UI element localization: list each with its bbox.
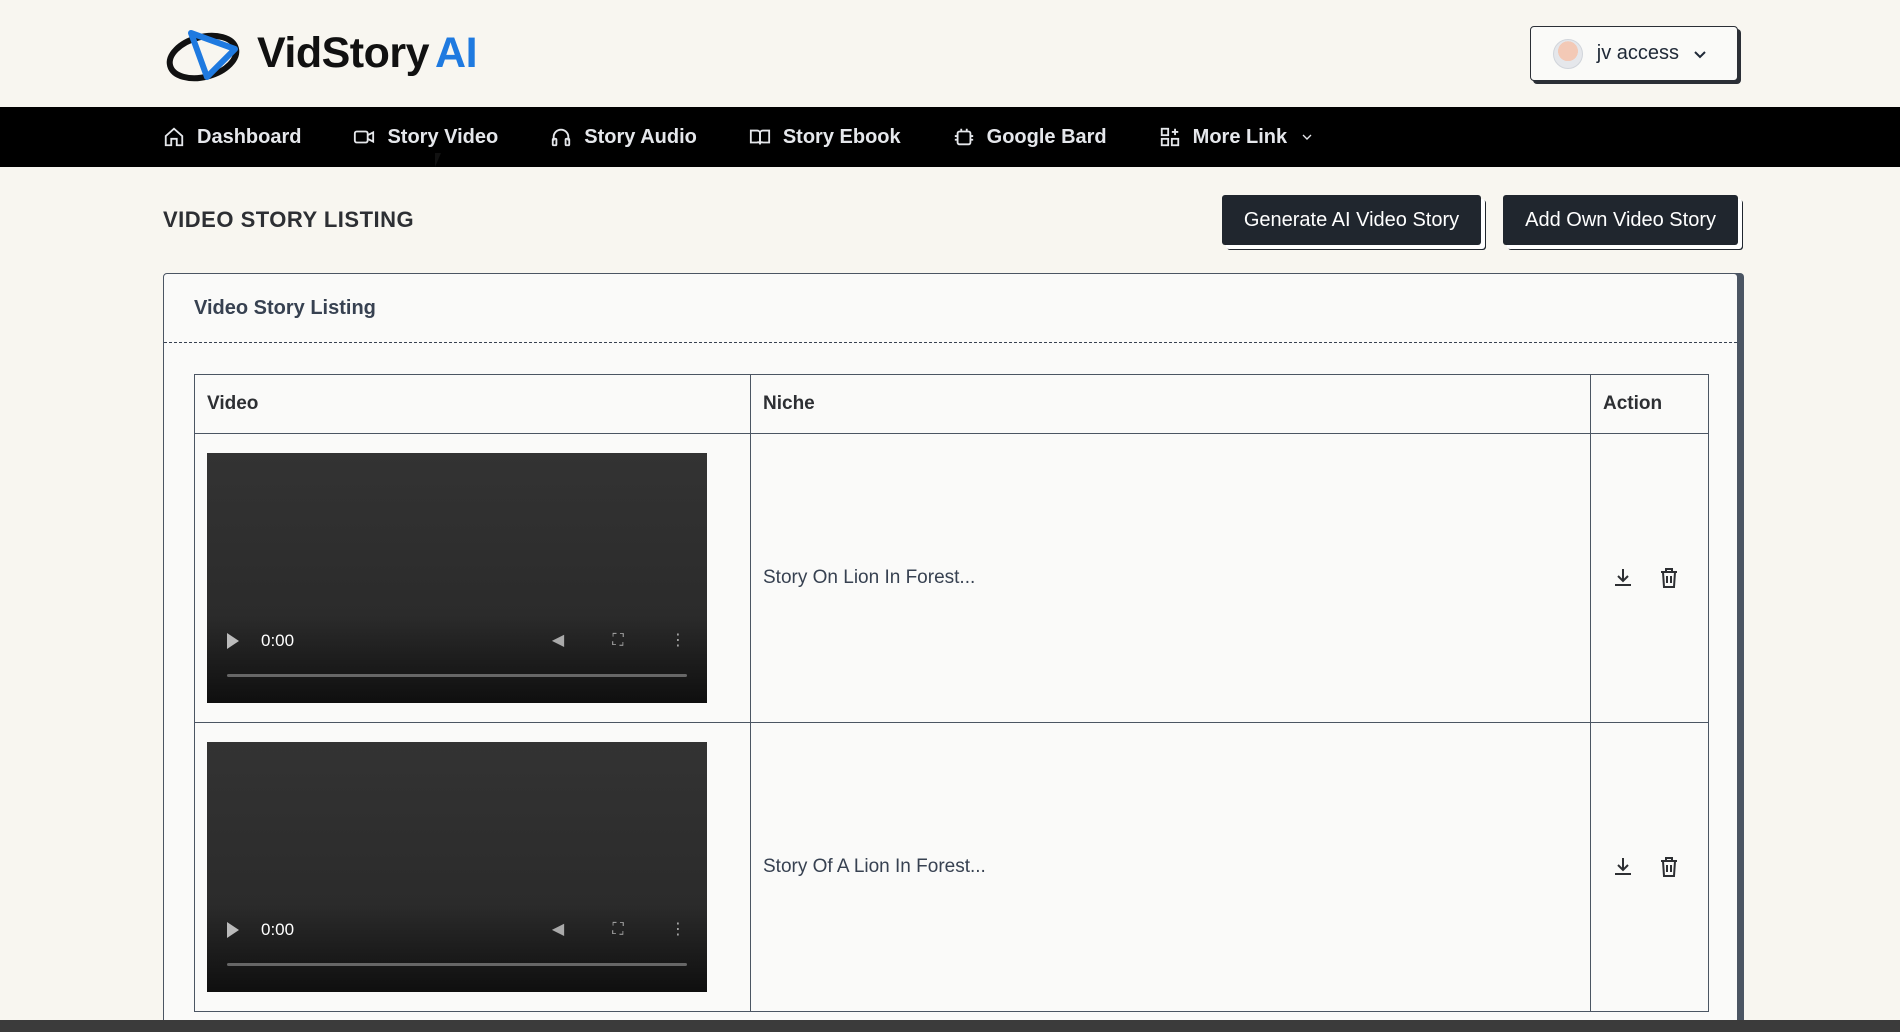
nav-label: Dashboard <box>197 125 302 148</box>
avatar <box>1552 38 1583 69</box>
video-camera-icon <box>354 130 375 144</box>
nav-more-link[interactable]: More Link <box>1159 126 1315 149</box>
player-controls: 0:00 ◀ ⛶ ⋮ <box>207 631 707 651</box>
trash-icon[interactable] <box>1657 855 1681 879</box>
book-icon <box>749 129 770 145</box>
add-own-video-button[interactable]: Add Own Video Story <box>1503 195 1738 245</box>
video-table: Video Niche Action 0:00 ◀ ⛶ ⋮ Story On L… <box>194 374 1709 1012</box>
nav-dashboard[interactable]: Dashboard <box>163 126 301 149</box>
chevron-down-icon <box>1302 134 1312 140</box>
download-icon[interactable] <box>1611 855 1635 879</box>
logo-mark-icon <box>166 29 240 81</box>
column-header-video: Video <box>194 374 751 434</box>
trash-icon[interactable] <box>1657 566 1681 590</box>
nav-story-ebook[interactable]: Story Ebook <box>749 126 901 149</box>
page-actions: Generate AI Video Story Add Own Video St… <box>1221 195 1738 245</box>
video-time: 0:00 <box>261 631 295 650</box>
main-nav: Dashboard Story Video Story Audio Story … <box>0 107 1900 167</box>
video-cell: 0:00 ◀ ⛶ ⋮ <box>194 433 751 723</box>
header: VidStory AI jv access <box>0 0 1900 107</box>
volume-icon[interactable]: ◀ <box>549 921 567 939</box>
niche-cell: Story Of A Lion In Forest... <box>750 722 1591 1012</box>
column-header-niche: Niche <box>750 374 1591 434</box>
table-header-row: Video Niche Action <box>194 374 1709 434</box>
video-progress-bar[interactable] <box>227 674 687 677</box>
nav-story-video[interactable]: Story Video <box>353 126 498 149</box>
fullscreen-icon[interactable]: ⛶ <box>609 921 627 939</box>
table-row: 0:00 ◀ ⛶ ⋮ Story Of A Lion In Forest... <box>194 722 1709 1012</box>
headphones-icon <box>552 128 571 147</box>
card-title: Video Story Listing <box>164 274 1737 343</box>
nav-story-audio[interactable]: Story Audio <box>550 126 697 149</box>
robot-icon <box>954 128 973 146</box>
home-icon <box>164 127 184 147</box>
nav-label: Google Bard <box>986 125 1107 148</box>
nav-label: Story Video <box>387 125 499 148</box>
action-cell <box>1590 433 1709 723</box>
user-menu-button[interactable]: jv access <box>1529 26 1738 81</box>
grid-plus-icon <box>1160 127 1179 147</box>
column-header-action: Action <box>1590 374 1709 434</box>
video-player[interactable]: 0:00 ◀ ⛶ ⋮ <box>207 453 707 703</box>
play-icon[interactable] <box>227 633 239 649</box>
mouse-cursor-icon <box>435 153 447 167</box>
player-controls: 0:00 ◀ ⛶ ⋮ <box>207 920 707 940</box>
nav-label: Story Audio <box>584 125 697 148</box>
fullscreen-icon[interactable]: ⛶ <box>609 632 627 650</box>
logo-text: VidStory AI <box>257 29 478 77</box>
more-options-icon[interactable]: ⋮ <box>669 632 687 650</box>
bottom-taskbar <box>0 1020 1900 1032</box>
user-name: jv access <box>1596 42 1679 64</box>
video-time: 0:00 <box>261 920 295 939</box>
nav-label: Story Ebook <box>782 125 901 148</box>
play-icon[interactable] <box>227 922 239 938</box>
listing-card: Video Story Listing Video Niche Action 0… <box>163 273 1738 1032</box>
niche-cell: Story On Lion In Forest... <box>750 433 1591 723</box>
page-title: VIDEO STORY LISTING <box>163 207 415 232</box>
nav-label: More Link <box>1192 125 1288 148</box>
table-row: 0:00 ◀ ⛶ ⋮ Story On Lion In Forest... <box>194 433 1709 723</box>
logo[interactable]: VidStory AI <box>163 21 478 87</box>
volume-icon[interactable]: ◀ <box>549 632 567 650</box>
download-icon[interactable] <box>1611 566 1635 590</box>
chevron-down-icon <box>1694 50 1706 58</box>
more-options-icon[interactable]: ⋮ <box>669 921 687 939</box>
page-header: VIDEO STORY LISTING Generate AI Video St… <box>0 195 1900 245</box>
generate-ai-video-button[interactable]: Generate AI Video Story <box>1221 195 1482 245</box>
nav-google-bard[interactable]: Google Bard <box>953 126 1107 149</box>
video-player[interactable]: 0:00 ◀ ⛶ ⋮ <box>207 742 707 992</box>
video-progress-bar[interactable] <box>227 963 687 966</box>
action-cell <box>1590 722 1709 1012</box>
video-cell: 0:00 ◀ ⛶ ⋮ <box>194 722 751 1012</box>
